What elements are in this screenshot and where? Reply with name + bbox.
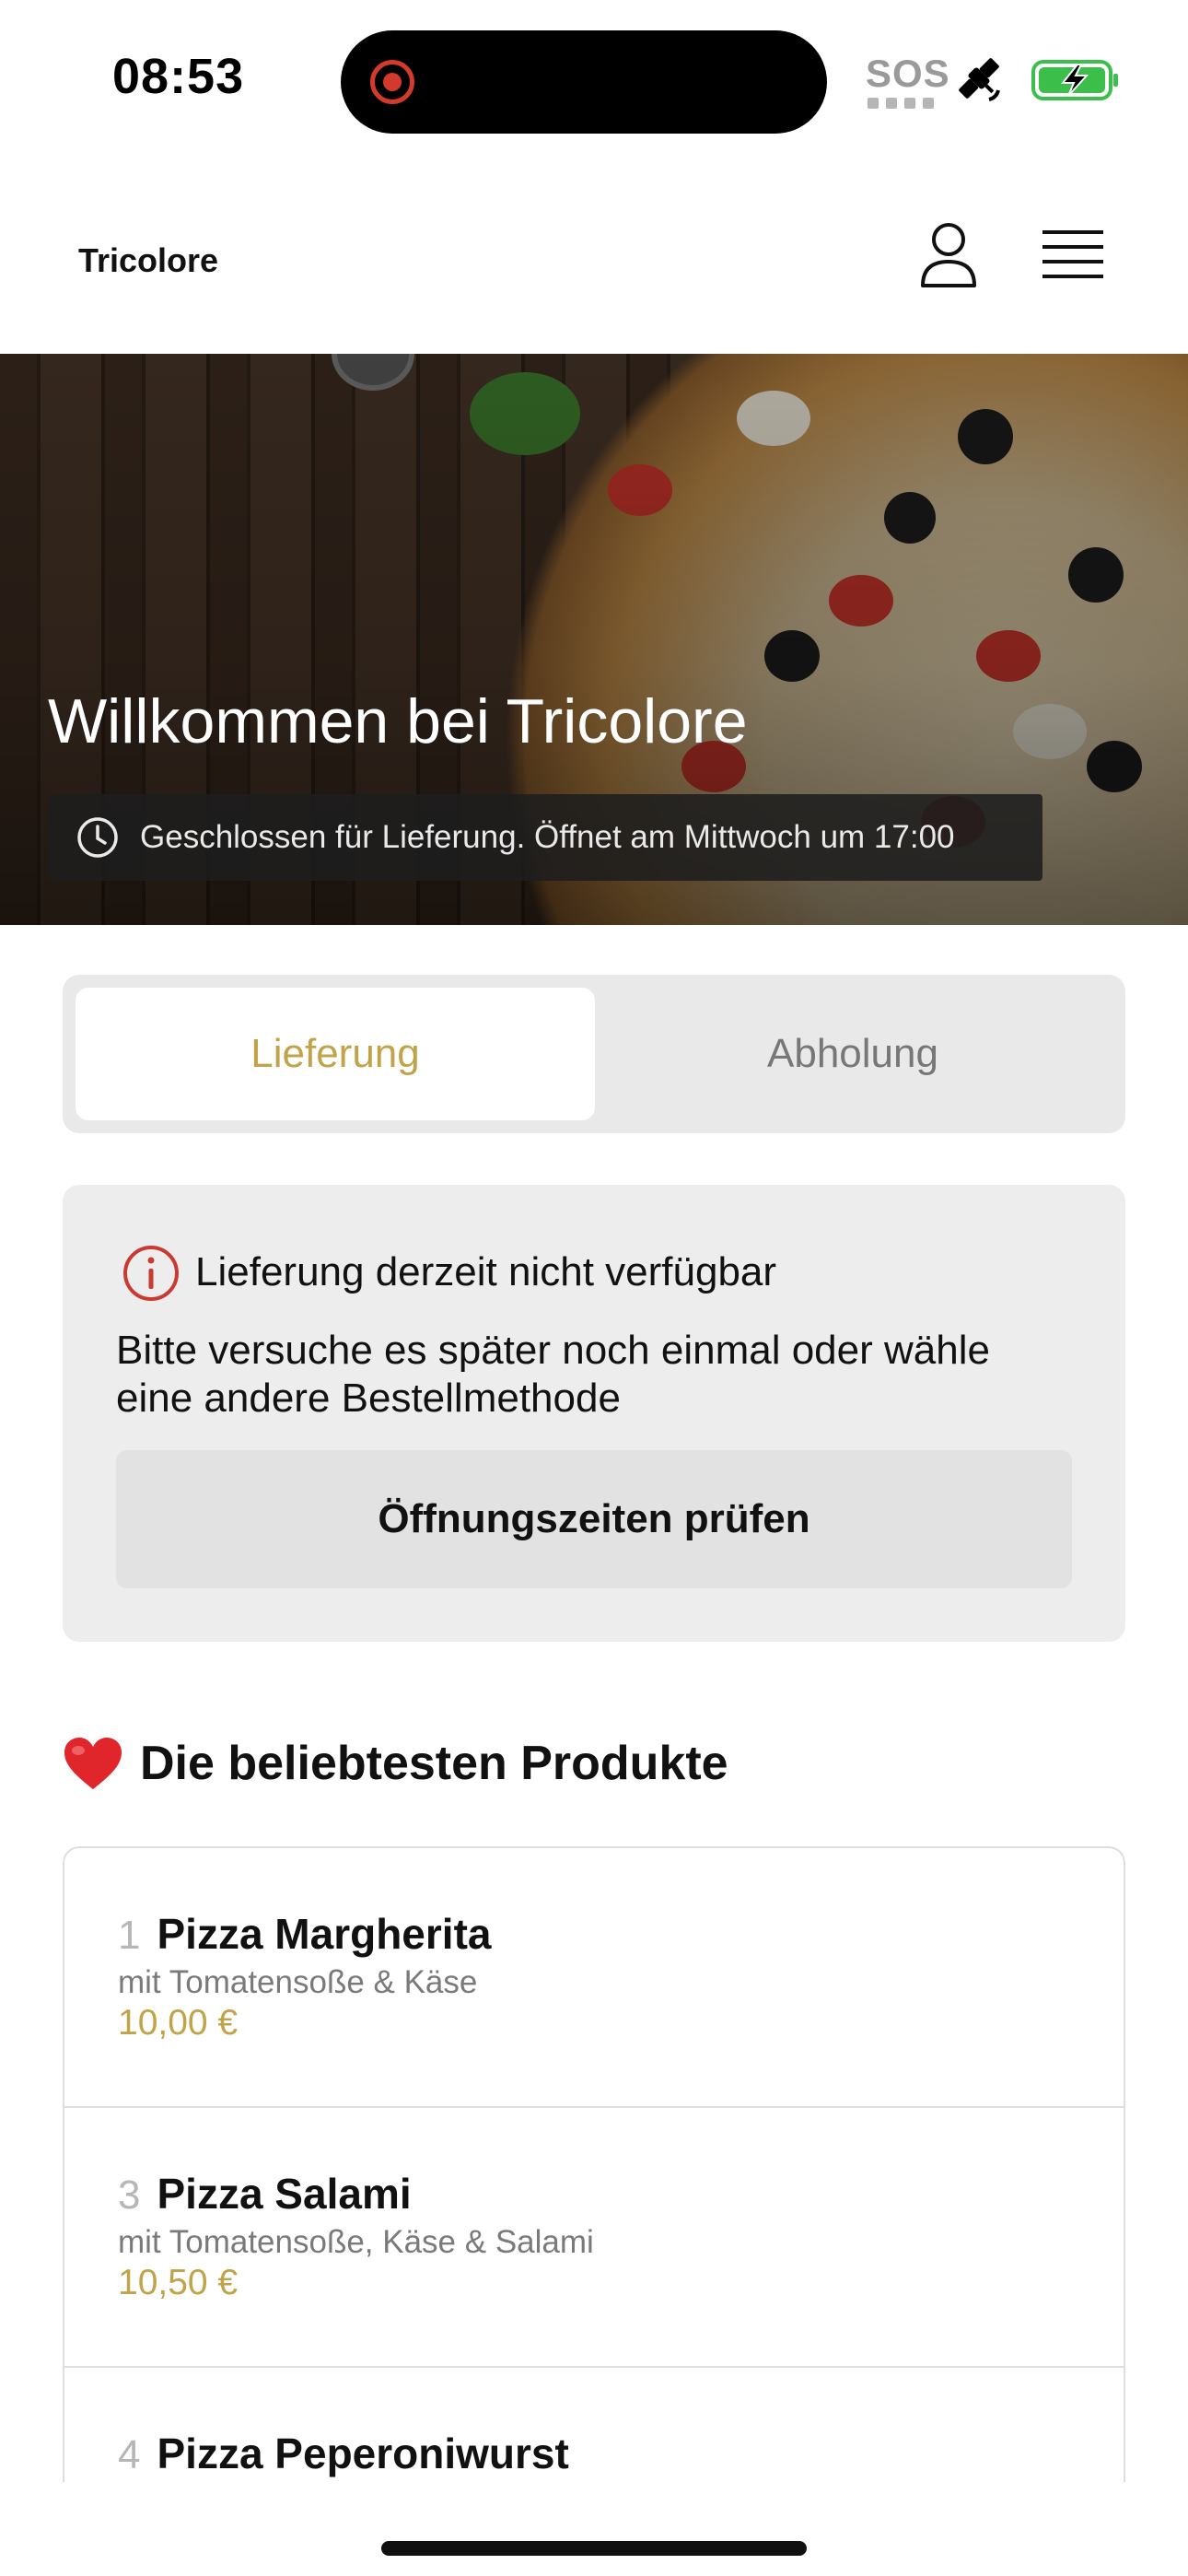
product-price: 10,00 € xyxy=(118,2003,239,2043)
check-opening-hours-button[interactable]: Öffnungszeiten prüfen xyxy=(116,1450,1072,1588)
product-item[interactable]: 4 Pizza Peperoniwurst xyxy=(64,2368,1124,2482)
tab-lieferung[interactable]: Lieferung xyxy=(76,988,595,1120)
dynamic-island xyxy=(341,30,827,134)
screen-recording-icon xyxy=(370,60,414,104)
hero-title: Willkommen bei Tricolore xyxy=(48,686,748,756)
product-description: mit Tomatensoße, Käse & Salami xyxy=(118,2224,594,2260)
status-bar: 08:53 SOS xyxy=(0,0,1188,157)
product-description: mit Tomatensoße & Käse xyxy=(118,1964,478,2000)
battery-charging-icon xyxy=(1031,60,1118,100)
delivery-status-badge: Geschlossen für Lieferung. Öffnet am Mit… xyxy=(48,794,1042,881)
order-mode-toggle: Lieferung Abholung xyxy=(63,975,1125,1133)
status-time: 08:53 xyxy=(112,49,245,104)
alert-title: Lieferung derzeit nicht verfügbar xyxy=(195,1249,777,1294)
tab-abholung[interactable]: Abholung xyxy=(593,988,1112,1120)
product-rank: 3 xyxy=(118,2172,141,2218)
home-indicator[interactable] xyxy=(381,2541,807,2556)
user-icon[interactable] xyxy=(919,221,978,289)
app-header: Tricolore xyxy=(0,157,1188,354)
product-name: Pizza Margherita xyxy=(157,1910,492,1958)
clock-icon xyxy=(77,817,118,858)
hero-banner: Willkommen bei Tricolore Geschlossen für… xyxy=(0,354,1188,925)
product-name: Pizza Peperoniwurst xyxy=(157,2430,569,2477)
popular-products-heading: Die beliebtesten Produkte xyxy=(63,1736,728,1791)
signal-dots xyxy=(868,98,934,109)
delivery-unavailable-card: Lieferung derzeit nicht verfügbar Bitte … xyxy=(63,1185,1125,1642)
product-rank: 1 xyxy=(118,1913,141,1958)
popular-products-list: 1 Pizza Margherita mit Tomatensoße & Käs… xyxy=(63,1846,1125,2482)
product-rank: 4 xyxy=(118,2432,141,2477)
product-price: 10,50 € xyxy=(118,2263,239,2302)
info-icon xyxy=(123,1246,179,1301)
product-name: Pizza Salami xyxy=(157,2170,412,2218)
alert-message: Bitte versuche es später noch einmal ode… xyxy=(116,1328,990,1421)
delivery-status-text: Geschlossen für Lieferung. Öffnet am Mit… xyxy=(140,819,955,855)
brand-name[interactable]: Tricolore xyxy=(78,241,218,280)
menu-icon[interactable] xyxy=(1042,228,1103,280)
sos-label: SOS xyxy=(866,52,950,95)
satellite-icon xyxy=(959,58,1000,101)
heart-icon xyxy=(64,1738,122,1789)
product-item[interactable]: 1 Pizza Margherita mit Tomatensoße & Käs… xyxy=(64,1848,1124,2108)
product-item[interactable]: 3 Pizza Salami mit Tomatensoße, Käse & S… xyxy=(64,2108,1124,2368)
popular-products-title: Die beliebtesten Produkte xyxy=(140,1737,728,1790)
